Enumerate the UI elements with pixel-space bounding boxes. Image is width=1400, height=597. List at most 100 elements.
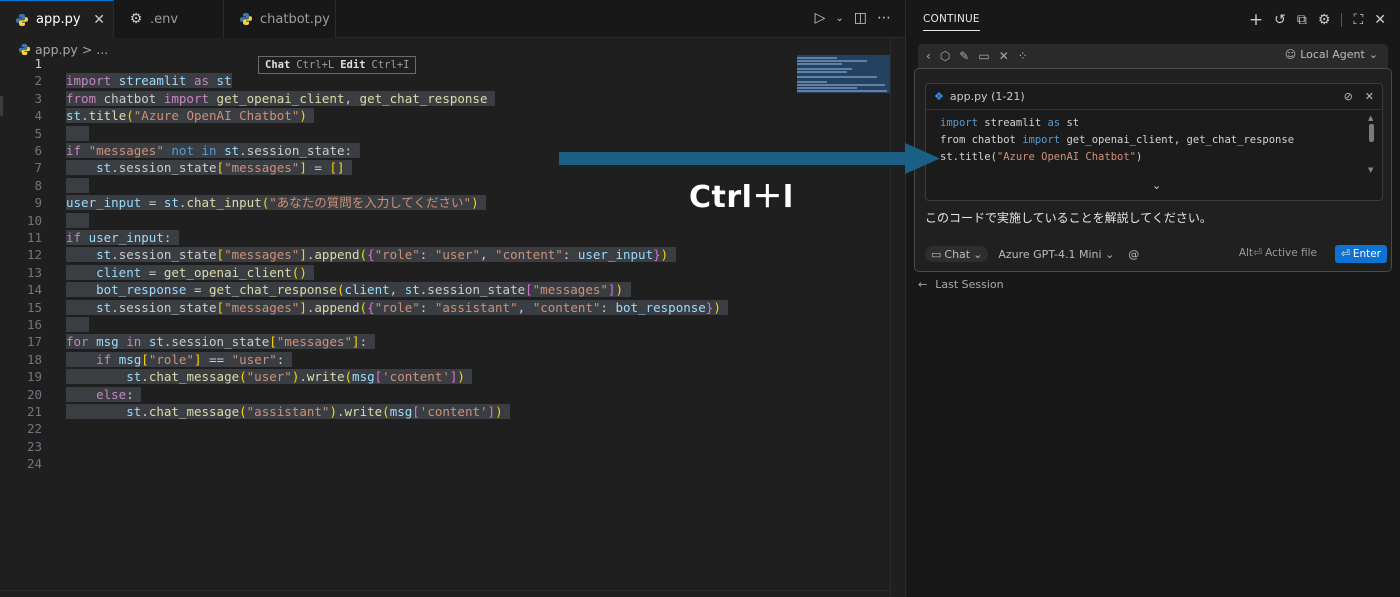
pencil-icon[interactable]: ✎ [959,49,969,63]
tab-env[interactable]: ⚙ .env [114,0,224,38]
code-line: 15 ··· [0,299,790,332]
line-number: 10 [26,212,42,228]
gear-icon[interactable]: ⚙ [1318,12,1331,28]
agent-mode-label: Local Agent [1300,48,1365,61]
line-number: 17 [26,334,42,350]
chevron-left-icon[interactable]: ‹ [926,49,931,63]
line-number: 14 [26,282,42,298]
context-code-line: from chatbot import get_openai_client, g… [940,134,1295,146]
code-line: 9 ··· [0,194,790,228]
python-icon [18,43,31,56]
close-icon[interactable]: ✕ [1374,12,1386,28]
editor-tab-bar: app.py ✕ ⚙ .env chatbot.py ▷ ⌄ ◫ ⋯ [0,0,905,38]
code-line: 18 ········st.chat_message("user").write… [0,351,790,385]
cube-icon[interactable]: ⬡ [940,49,950,63]
continue-panel: CONTINUE + ↺ ⧉ ⚙ ⛶ ✕ ‹ ⬡ ✎ ▭ ✕ ⁘ ☺ Local… [905,0,1400,597]
vertical-scrollbar[interactable] [890,38,904,597]
open-external-icon[interactable]: ⧉ [1297,12,1307,28]
code-line: 23 [0,438,790,455]
active-file-hint[interactable]: Alt⏎ Active file [1239,247,1317,259]
chevron-down-icon[interactable]: ⌄ [835,13,843,24]
gear-icon: ⚙ [129,11,143,27]
line-number: 1 [34,56,42,71]
context-file-label[interactable]: app.py (1-21) [950,90,1025,103]
history-icon[interactable]: ↺ [1274,12,1286,28]
shortcut-annotation: Ctrl＋l [689,180,794,215]
code-line: 10 if·user_input:· [0,212,790,245]
code-line: 4 ··· [0,107,790,141]
line-number: 16 [26,317,42,332]
line-number: 12 [26,247,42,263]
context-scrollbar[interactable]: ▲ ▼ [1368,114,1374,174]
line-number: 24 [26,456,42,472]
enter-icon: ⏎ [1341,248,1350,260]
code-line: 16 for·msg·in·st.session_state["messages… [0,316,790,350]
horizontal-scrollbar[interactable] [0,590,890,597]
chevron-down-icon: ⌄ [973,247,983,261]
python-icon [14,12,30,28]
model-select[interactable]: Azure GPT-4.1 Mini ⌄ [998,248,1114,261]
maximize-icon[interactable]: ⛶ [1353,12,1363,28]
chat-question-text: このコードで実施していることを解説してください。 [925,211,1212,225]
comment-icon[interactable]: ▭ [978,49,989,63]
line-number: 2 [34,73,42,89]
enter-button[interactable]: ⏎ Enter [1335,245,1387,263]
context-header: ❖ app.py (1-21) ⊘ ✕ [926,84,1382,110]
code-line: 20 ········st.chat_message("assistant").… [0,386,790,419]
split-editor-icon[interactable]: ◫ [854,10,867,26]
tab-label: .env [150,11,179,27]
minimap[interactable] [797,55,890,93]
inline-shortcut-hint: Chat Ctrl+L Edit Ctrl+I [258,56,417,74]
code-line: 24 [0,455,790,472]
python-icon [238,11,254,27]
code-line: 11 ····st.session_state["messages"].appe… [0,229,790,263]
code-line: 14 ····st.session_state["messages"].appe… [0,281,790,315]
agent-icon: ☺ [1284,48,1297,61]
panel-actions: + ↺ ⧉ ⚙ ⛶ ✕ [1249,10,1386,30]
line-number: 13 [26,264,42,280]
chevron-down-icon: ⌄ [1105,247,1115,261]
more-icon[interactable]: ⋯ [877,10,891,26]
chat-input-toolbar: ▭ Chat ⌄ Azure GPT-4.1 Mini ⌄ @ Alt⏎ Act… [925,245,1387,263]
code-line: 3 st.title("Azure·OpenAI·Chatbot")· [0,90,790,124]
mode-label: Chat [944,247,971,261]
agent-mode-select[interactable]: ☺ Local Agent ⌄ [1285,48,1378,61]
run-icon[interactable]: ▷ [815,10,826,26]
hint-chat-label: Chat [265,59,291,71]
code-line: 17 ····if·msg["role"]·==·"user":· [0,333,790,367]
chat-input-box[interactable]: ❖ app.py (1-21) ⊘ ✕ import streamlit as … [914,68,1392,272]
panel-title[interactable]: CONTINUE [923,13,980,31]
hint-edit-key: Ctrl+I [371,59,410,71]
line-number: 18 [26,351,42,367]
code-icon: ❖ [934,90,944,103]
close-icon[interactable]: ✕ [1365,90,1374,103]
chevron-down-icon: ⌄ [1368,48,1378,61]
line-number: 23 [26,438,42,454]
editor-actions: ▷ ⌄ ◫ ⋯ [815,10,891,26]
chevron-down-icon[interactable]: ⌄ [1152,179,1161,192]
tab-app-py[interactable]: app.py ✕ [0,0,114,38]
last-session-link[interactable]: ← Last Session [918,278,1004,291]
eye-off-icon[interactable]: ⊘ [1344,90,1353,103]
mode-select[interactable]: ▭ Chat ⌄ [925,246,989,262]
line-number: 5 [34,125,42,141]
mention-button[interactable]: @ [1128,248,1139,261]
tab-chatbot-py[interactable]: chatbot.py [224,0,336,38]
line-number: 6 [34,143,42,158]
hint-chat-key: Ctrl+L [296,59,335,71]
line-number: 9 [34,195,42,211]
close-icon[interactable]: ✕ [93,12,105,28]
model-label: Azure GPT-4.1 Mini [998,247,1102,261]
code-line: 19 ····else:· [0,368,790,402]
context-actions: ⊘ ✕ [1344,90,1374,103]
line-number: 22 [26,421,42,437]
line-number: 19 [26,369,42,385]
grid-icon[interactable]: ⁘ [1018,49,1028,63]
comment-icon: ▭ [931,247,942,261]
plus-icon[interactable]: + [1249,10,1263,30]
enter-label: Enter [1352,248,1381,260]
code-line: 13 ····bot_response·=·get_chat_response(… [0,264,790,298]
tools-icon[interactable]: ✕ [999,49,1009,63]
line-number: 8 [34,177,42,193]
line-number: 20 [26,386,42,402]
